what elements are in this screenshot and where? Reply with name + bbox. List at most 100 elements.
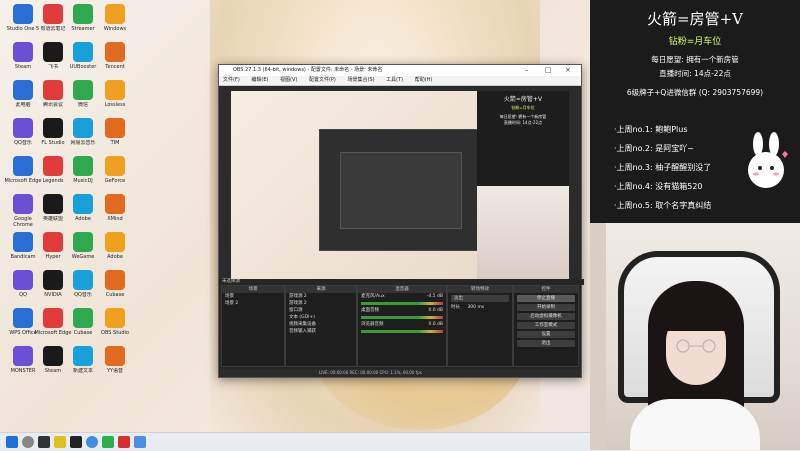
webcam-feed [590,223,800,450]
mixer-meter[interactable] [361,330,443,333]
obs-window: OBS 27.1.3 (64-bit, windows) - 配置文件: 未命名… [218,64,584,378]
scene-item[interactable]: 场景 2 [222,300,284,307]
exit-button[interactable]: 退出 [517,340,575,347]
menu-scene-collection[interactable]: 场景集合(S) [347,77,374,83]
settings-button[interactable]: 设置 [517,331,575,338]
panel-title: 火箭=房管+V [647,10,743,28]
menu-tools[interactable]: 工具(T) [386,77,403,83]
app-icon [43,80,63,100]
mixer-meter[interactable] [361,302,443,305]
preview-nested-obs-inner [340,152,462,229]
sources-header: 来源 [286,286,356,293]
desktop-icon[interactable]: YY语音 [96,346,134,380]
desktop-icon-label: OBS Studio [101,330,129,336]
obs-titlebar[interactable]: OBS 27.1.3 (64-bit, windows) - 配置文件: 未命名… [219,65,581,76]
obs-docks: 场景 场景 场景 2 来源 游戏源 2 游戏源 2 窗口源 文本 (GDI+) … [219,283,581,377]
store-icon[interactable] [134,436,146,448]
sources-dock: 来源 游戏源 2 游戏源 2 窗口源 文本 (GDI+) 视频采集设备 音频输入… [285,285,357,367]
obs-preview[interactable]: 火箭=房管+V 钻粉=月车位 每日愿望: 拥有一个新房管 直播时间: 14点-2… [231,91,569,279]
stop-streaming-button[interactable]: 停止直播 [517,295,575,302]
leaderboard-item: ·上周no.3: 柚子醒醒别没了 [614,163,712,172]
app-icon [43,346,63,366]
mixer-header: 混音器 [358,286,446,293]
app-icon [73,118,93,138]
desktop-icon[interactable]: Adobe [96,232,134,266]
chrome-icon[interactable] [86,436,98,448]
mixer-channel-name: 麦克风/Aux -4.5 dB [361,294,443,299]
mixer-meter[interactable] [361,316,443,319]
transitions-header: 转场特效 [448,286,512,293]
menu-view[interactable]: 视图(V) [280,77,297,83]
app-icon [73,308,93,328]
desktop-icon[interactable]: GeForce [96,156,134,190]
start-recording-button[interactable]: 开始录制 [517,304,575,311]
panel-subtitle: 钻粉=月车位 [668,37,722,47]
app-icon [43,308,63,328]
streamer-bangs [662,299,730,331]
app-icon [43,156,63,176]
netease-icon[interactable] [118,436,130,448]
app-icon [43,42,63,62]
leaderboard-item: ·上周no.2: 是阿宝吖~ [614,144,694,153]
desktop-icon[interactable]: XMind [96,194,134,228]
menu-file[interactable]: 文件(F) [223,77,240,83]
app-icon [73,346,93,366]
controls-header: 控件 [514,286,578,293]
source-item[interactable]: 游戏源 2 [286,293,356,300]
app-icon [105,42,125,62]
app-icon [73,194,93,214]
desktop-icon-label: Adobe [107,254,123,260]
wechat-icon[interactable] [102,436,114,448]
obs-title-text: OBS 27.1.3 (64-bit, windows) - 配置文件: 未命名… [233,67,383,73]
source-item[interactable]: 游戏源 2 [286,300,356,307]
menu-help[interactable]: 帮助(H) [415,77,433,83]
source-item[interactable]: 文本 (GDI+) [286,314,356,321]
panel-hours: 直播时间: 14点-22点 [659,69,731,78]
start-icon[interactable] [6,436,18,448]
app-icon [105,232,125,252]
preview-nested-obs [319,129,481,251]
app-icon [105,156,125,176]
scene-item[interactable]: 场景 [222,293,284,300]
app-icon [13,156,33,176]
taskbar [0,432,590,451]
app-icon [105,308,125,328]
desktop-icon[interactable]: OBS Studio [96,308,134,342]
desktop-icon[interactable]: Tencent [96,42,134,76]
source-item[interactable]: 窗口源 [286,307,356,314]
explorer-icon[interactable] [54,436,66,448]
maximize-icon[interactable]: □ [545,65,552,76]
source-item[interactable]: 音频输入捕获 [286,328,356,335]
transition-select[interactable]: 淡出 [451,295,509,302]
app-icon [105,346,125,366]
desktop-icon[interactable]: Cubase [96,270,134,304]
search-icon[interactable] [22,436,34,448]
panel-fan-group: 6级牌子+Q进微信群 (Q: 2903757699) [626,88,764,97]
preview-desktop [231,91,481,279]
app-icon [43,4,63,24]
mixer-dock: 混音器 麦克风/Aux -4.5 dB 桌面音频 0.0 dB 浏览器音频 0.… [357,285,447,367]
source-item[interactable]: 视频采集设备 [286,321,356,328]
desktop-icon-label: Lossless [104,102,126,108]
mixer-channel-name: 浏览器音频 0.0 dB [361,322,443,327]
task-view-icon[interactable] [38,436,50,448]
app-icon [13,232,33,252]
desktop-icon[interactable]: Lossless [96,80,134,114]
preview-panel-subtitle: 钻粉=月车位 [511,105,535,110]
app-icon [13,118,33,138]
minimize-icon[interactable]: – [525,65,529,76]
menu-profile[interactable]: 配置文件(P) [309,77,336,83]
menu-edit[interactable]: 编辑(E) [251,77,268,83]
scenes-dock: 场景 场景 场景 2 [221,285,285,367]
desktop-icon[interactable]: TIM [96,118,134,152]
mixer-channel-name: 桌面音频 0.0 dB [361,308,443,313]
app-icon [43,194,63,214]
preview-webcam [477,186,569,279]
close-icon[interactable]: × [565,65,571,76]
studio-mode-button[interactable]: 工作室模式 [517,322,575,329]
desktop-icon-label: XMind [107,216,123,222]
transitions-dock: 转场特效 淡出 时长 300 ms [447,285,513,367]
obs-taskbar-icon[interactable] [70,436,82,448]
desktop-icon[interactable]: Windows [96,4,134,38]
virtual-camera-button[interactable]: 启动虚拟摄像机 [517,313,575,320]
